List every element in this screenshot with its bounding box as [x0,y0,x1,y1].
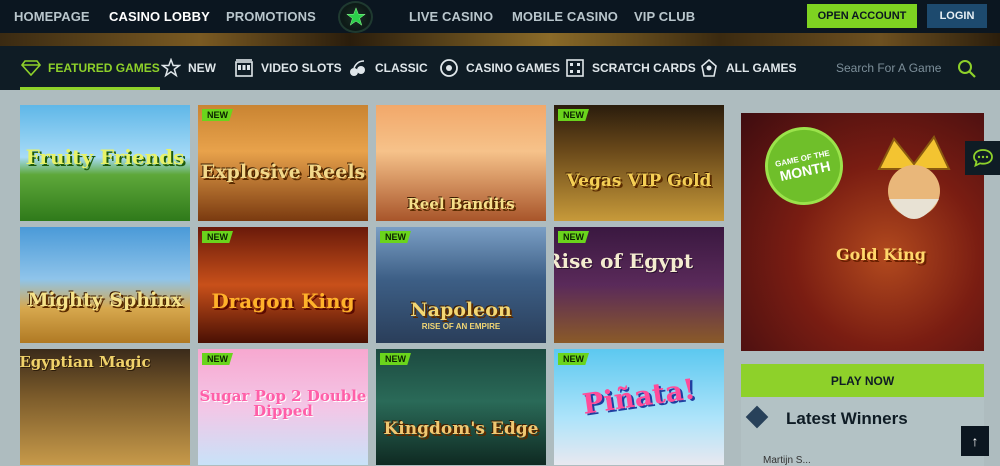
game-tile[interactable]: NEW Kingdom's Edge [376,349,546,465]
game-tile[interactable]: NEW Vegas VIP Gold [554,105,724,221]
new-badge: NEW [558,231,589,243]
category-label: CLASSIC [375,61,428,75]
game-title: Piñata! [580,372,698,421]
chat-bubble-icon[interactable] [965,141,1000,175]
category-label: FEATURED GAMES [48,61,160,75]
game-title: Fruity Friends [25,145,185,169]
category-video-slots[interactable]: VIDEO SLOTS [233,46,342,90]
game-title: Dragon King [211,289,355,313]
game-tile[interactable]: Mighty Sphinx [20,227,190,343]
open-account-button[interactable]: OPEN ACCOUNT [807,4,917,28]
game-of-the-month-banner[interactable]: GAME OF THE MONTH Gold King [741,113,984,351]
game-title: Mighty Sphinx [27,289,183,311]
cherries-icon [347,57,369,79]
category-label: ALL GAMES [726,61,797,75]
game-title: Napoleon [410,299,512,321]
category-label: VIDEO SLOTS [261,61,342,75]
category-featured-games[interactable]: FEATURED GAMES [20,46,160,90]
game-tile[interactable]: NEW Dragon King [198,227,368,343]
scratch-card-icon [564,57,586,79]
search-icon[interactable] [957,59,977,79]
pharaoh-icon [698,57,720,79]
nav-mobile-casino[interactable]: MOBILE CASINO [512,9,618,24]
category-label: NEW [188,61,216,75]
new-badge: NEW [558,353,589,365]
category-all-games[interactable]: ALL GAMES [698,46,796,90]
roulette-icon [438,57,460,79]
game-tile[interactable]: NEW Piñata! [554,349,724,465]
king-illustration-icon [877,135,951,219]
header-banner [0,33,1000,46]
game-title: Explosive Reels [200,161,366,183]
new-badge: NEW [202,353,233,365]
category-bar: FEATURED GAMES NEW VIDEO SLOTS CLASSIC C… [0,46,1000,90]
play-now-button[interactable]: PLAY NOW [741,364,984,397]
game-title: Egyptian Magic [20,353,151,371]
category-casino-games[interactable]: CASINO GAMES [438,46,560,90]
game-tile[interactable]: Fruity Friends [20,105,190,221]
top-navigation: HOMEPAGE CASINO LOBBY PROMOTIONS LIVE CA… [0,0,1000,33]
new-badge: NEW [380,231,411,243]
game-tile[interactable]: NEW Rise of Egypt [554,227,724,343]
latest-winners-title: Latest Winners [786,409,908,428]
game-of-the-month-badge: GAME OF THE MONTH [757,119,851,213]
category-label: CASINO GAMES [466,61,561,75]
arrow-up-icon[interactable]: ↑ [961,426,989,456]
star-icon [160,57,182,79]
slot-machine-icon [233,57,255,79]
new-badge: NEW [558,109,589,121]
game-title: Rise of Egypt [554,249,694,273]
search-input[interactable]: Search For A Game [836,46,941,90]
game-tile[interactable]: Egyptian Magic [20,349,190,465]
new-badge: NEW [202,231,233,243]
nav-casino-lobby[interactable]: CASINO LOBBY [109,9,210,24]
game-tile[interactable]: NEW Explosive Reels [198,105,368,221]
category-label: SCRATCH CARDS [592,61,696,75]
game-title: Kingdom's Edge [383,419,539,439]
game-tile[interactable]: Reel Bandits [376,105,546,221]
game-subtitle: RISE OF AN EMPIRE [421,322,501,331]
nav-homepage[interactable]: HOMEPAGE [14,9,90,24]
login-button[interactable]: LOGIN [927,4,987,28]
nav-live-casino[interactable]: LIVE CASINO [409,9,493,24]
diamond-icon [745,405,769,429]
category-new[interactable]: NEW [160,46,216,90]
category-classic[interactable]: CLASSIC [347,46,428,90]
game-tile[interactable]: NEW Napoleon RISE OF AN EMPIRE [376,227,546,343]
nav-vip-club[interactable]: VIP CLUB [634,9,695,24]
game-title: Vegas VIP Gold [566,171,712,191]
promo-game-title: Gold King [836,245,926,264]
diamond-icon [20,57,42,79]
star-logo-icon [345,7,366,26]
game-tile[interactable]: NEW Sugar Pop 2 Double Dipped [198,349,368,465]
game-title: Reel Bandits [407,195,515,213]
nav-promotions[interactable]: PROMOTIONS [226,9,316,24]
winner-name: Martijn S... [763,455,811,466]
latest-winners-panel: Latest Winners Martijn S... [741,397,984,466]
site-logo[interactable] [338,1,373,33]
game-title: Sugar Pop 2 Double Dipped [199,387,367,420]
category-scratch-cards[interactable]: SCRATCH CARDS [564,46,696,90]
new-badge: NEW [202,109,233,121]
new-badge: NEW [380,353,411,365]
